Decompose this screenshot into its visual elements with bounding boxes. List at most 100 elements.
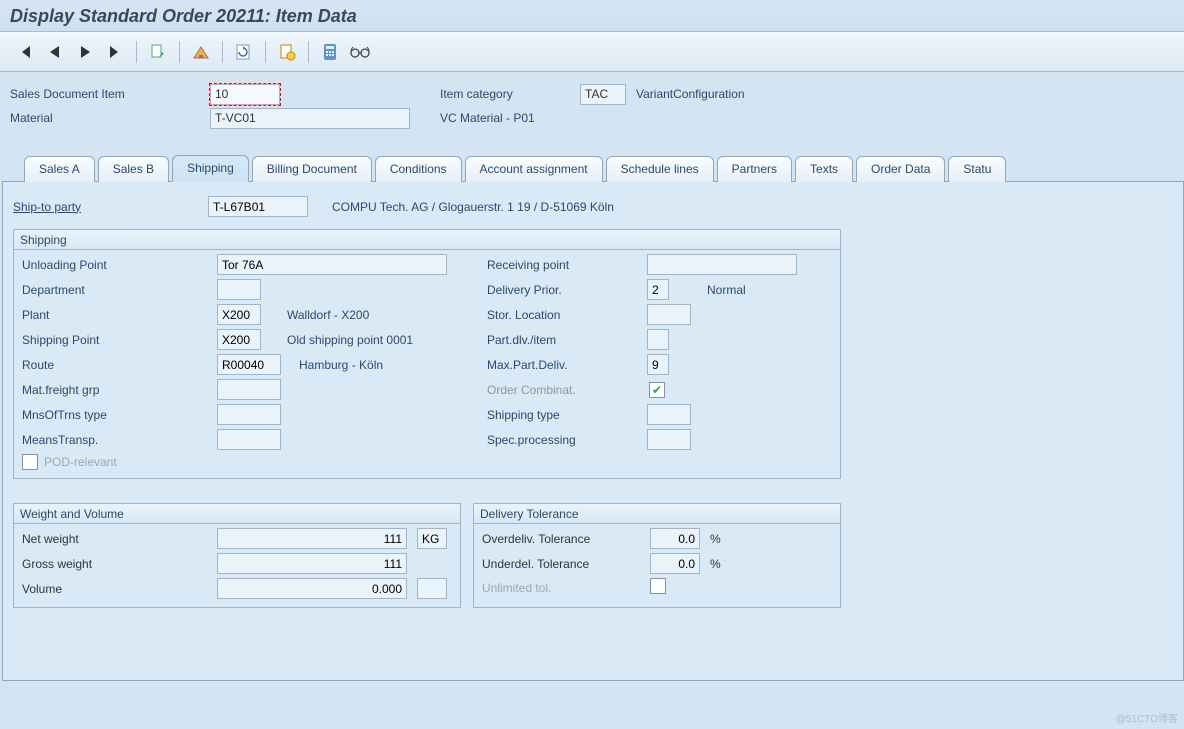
item-category-label: Item category [440,87,580,101]
weight-volume-title: Weight and Volume [14,504,460,524]
delivery-tolerance-groupbox: Delivery Tolerance Overdeliv. Tolerance … [473,503,841,608]
configure-item-button[interactable] [275,40,299,64]
next-record-button[interactable] [73,40,97,64]
overdeliv-tolerance-label: Overdeliv. Tolerance [482,532,650,546]
shipping-group-title: Shipping [14,230,840,250]
tab-shipping[interactable]: Shipping [172,155,249,182]
net-weight-input[interactable] [217,528,407,549]
route-input[interactable] [217,354,281,375]
overdeliv-tolerance-input[interactable] [650,528,700,549]
item-category-input[interactable] [580,84,626,105]
shipping-point-label: Shipping Point [22,333,217,347]
department-label: Department [22,283,217,297]
part-dlv-item-label: Part.dlv./item [487,333,647,347]
plant-label: Plant [22,308,217,322]
sales-doc-item-input[interactable] [210,84,280,105]
underdel-tolerance-input[interactable] [650,553,700,574]
unloading-point-input[interactable] [217,254,447,275]
pod-relevant-checkbox[interactable] [22,454,38,470]
percent-label-2: % [710,557,730,571]
receiving-point-input[interactable] [647,254,797,275]
tab-texts[interactable]: Texts [795,156,853,182]
max-part-deliv-label: Max.Part.Deliv. [487,358,647,372]
refresh-button[interactable] [232,40,256,64]
weight-volume-groupbox: Weight and Volume Net weight Gross weigh… [13,503,461,608]
net-weight-unit-input[interactable] [417,528,447,549]
tab-order-data[interactable]: Order Data [856,156,945,182]
means-transp-label: MeansTransp. [22,433,217,447]
last-record-button[interactable] [103,40,127,64]
mat-freight-grp-label: Mat.freight grp [22,383,217,397]
header-fields: Sales Document Item Item category Varian… [0,72,1184,130]
order-combinat-label: Order Combinat. [487,383,647,397]
unloading-point-label: Unloading Point [22,258,217,272]
shipping-tab-panel: Ship-to party COMPU Tech. AG / Glogauers… [2,181,1184,681]
underdel-tolerance-label: Underdel. Tolerance [482,557,650,571]
max-part-deliv-input[interactable] [647,354,669,375]
display-document-button[interactable] [146,40,170,64]
ship-to-party-address: COMPU Tech. AG / Glogauerstr. 1 19 / D-5… [332,200,614,214]
department-input[interactable] [217,279,261,300]
order-combinat-checkbox[interactable] [649,382,665,398]
ship-to-party-label: Ship-to party [13,200,208,214]
delivery-prior-label: Delivery Prior. [487,283,647,297]
mat-freight-grp-input[interactable] [217,379,281,400]
shipping-point-desc: Old shipping point 0001 [287,333,487,347]
spec-processing-input[interactable] [647,429,691,450]
route-label: Route [22,358,217,372]
material-input[interactable] [210,108,410,129]
shipping-groupbox: Shipping Unloading Point Receiving point… [13,229,841,479]
application-toolbar [0,32,1184,72]
shipping-type-input[interactable] [647,404,691,425]
means-transp-input[interactable] [217,429,281,450]
unlimited-tol-label: Unlimited tol. [482,581,650,595]
tab-account-assignment[interactable]: Account assignment [465,156,603,182]
unlimited-tol-checkbox[interactable] [650,578,666,594]
tab-conditions[interactable]: Conditions [375,156,462,182]
spec-processing-label: Spec.processing [487,433,647,447]
material-desc: VC Material - P01 [440,111,535,125]
glasses-view-button[interactable] [348,40,372,64]
ship-to-party-row: Ship-to party COMPU Tech. AG / Glogauers… [13,196,1173,217]
shipping-point-input[interactable] [217,329,261,350]
costing-button[interactable] [318,40,342,64]
delivery-prior-input[interactable] [647,279,669,300]
plant-input[interactable] [217,304,261,325]
gross-weight-input[interactable] [217,553,407,574]
percent-label: % [710,532,730,546]
stor-location-label: Stor. Location [487,308,647,322]
prev-record-button[interactable] [43,40,67,64]
tab-statu[interactable]: Statu [948,156,1006,182]
material-label: Material [10,111,210,125]
page-title: Display Standard Order 20211: Item Data [10,6,1174,27]
tab-sales-a[interactable]: Sales A [24,156,95,182]
toolbar-separator [179,41,180,63]
stor-location-input[interactable] [647,304,691,325]
toolbar-separator [308,41,309,63]
sales-doc-item-label: Sales Document Item [10,87,210,101]
tab-billing-document[interactable]: Billing Document [252,156,372,182]
mns-of-trns-label: MnsOfTrns type [22,408,217,422]
toolbar-separator [222,41,223,63]
shipping-type-label: Shipping type [487,408,647,422]
toolbar-separator [136,41,137,63]
ship-to-party-input[interactable] [208,196,308,217]
first-record-button[interactable] [13,40,37,64]
item-category-desc: VariantConfiguration [636,87,745,101]
volume-label: Volume [22,582,217,596]
tab-strip: Sales ASales BShippingBilling DocumentCo… [0,154,1184,181]
pod-relevant-label: POD-relevant [44,455,117,469]
header-overview-button[interactable] [189,40,213,64]
route-desc: Hamburg - Köln [287,358,487,372]
receiving-point-label: Receiving point [487,258,647,272]
volume-unit-input[interactable] [417,578,447,599]
net-weight-label: Net weight [22,532,217,546]
mns-of-trns-input[interactable] [217,404,281,425]
tab-sales-b[interactable]: Sales B [98,156,169,182]
tab-schedule-lines[interactable]: Schedule lines [606,156,714,182]
part-dlv-item-input[interactable] [647,329,669,350]
gross-weight-label: Gross weight [22,557,217,571]
tab-partners[interactable]: Partners [717,156,792,182]
delivery-prior-desc: Normal [707,283,827,297]
volume-input[interactable] [217,578,407,599]
